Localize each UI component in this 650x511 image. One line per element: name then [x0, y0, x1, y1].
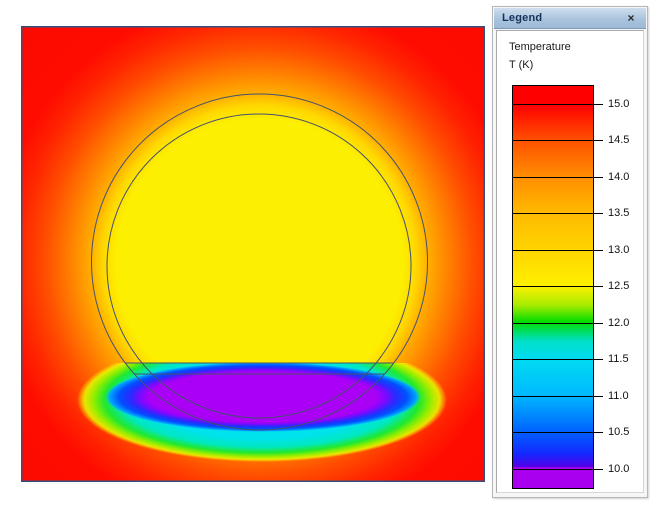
legend-title: Legend — [502, 12, 543, 24]
tick-label: 14.0 — [608, 170, 630, 183]
app-window: Legend × Temperature T (K) 15.0 14.5 14.0 1… — [0, 0, 650, 511]
tick-label: 14.5 — [608, 134, 630, 147]
legend-panel: Legend × Temperature T (K) 15.0 14.5 14.0 1… — [492, 6, 648, 498]
tick-label: 12.5 — [608, 280, 630, 293]
tick-label: 15.0 — [608, 97, 630, 110]
legend-content: Temperature T (K) 15.0 14.5 14.0 13.5 13.0 12… — [496, 30, 644, 493]
tick-label: 11.0 — [608, 389, 629, 402]
tick-label: 10.0 — [608, 462, 630, 475]
colorbar-gradient — [512, 85, 594, 489]
legend-quantity-label: Temperature — [509, 41, 571, 53]
tick-label: 13.0 — [608, 243, 630, 256]
close-icon[interactable]: × — [623, 10, 639, 26]
tick-label: 10.5 — [608, 426, 630, 439]
cold-core-region — [105, 363, 421, 432]
tick-label: 12.0 — [608, 316, 630, 329]
legend-unit-label: T (K) — [509, 59, 534, 71]
tick-label: 11.5 — [608, 353, 629, 366]
legend-titlebar[interactable]: Legend × — [494, 8, 646, 29]
tick-label: 13.5 — [608, 207, 630, 220]
temperature-field-canvas — [21, 26, 485, 482]
temperature-field-plot[interactable] — [21, 26, 485, 482]
colorbar: 15.0 14.5 14.0 13.5 13.0 12.5 12.0 11.5 11.0 10.5… — [512, 85, 642, 489]
